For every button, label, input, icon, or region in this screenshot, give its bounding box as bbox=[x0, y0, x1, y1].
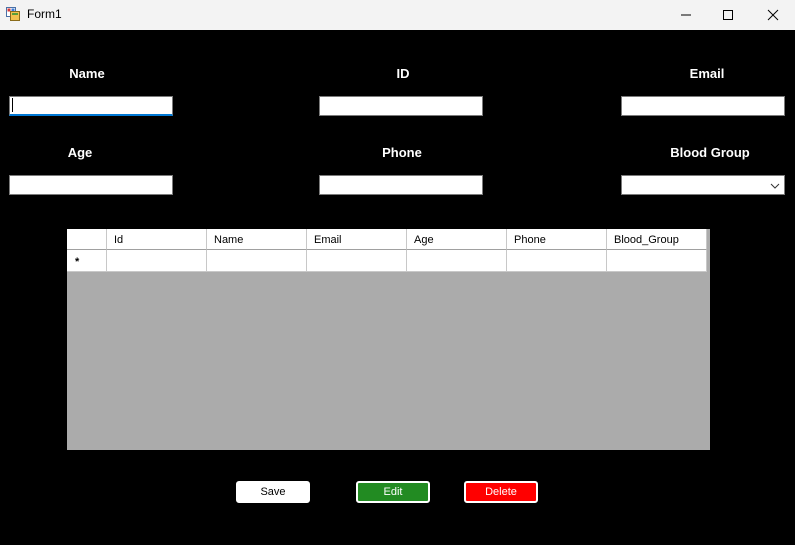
edit-button[interactable]: Edit bbox=[356, 481, 430, 503]
close-button[interactable] bbox=[750, 0, 795, 30]
blood-group-label: Blood Group bbox=[670, 145, 750, 160]
chevron-down-icon[interactable] bbox=[770, 181, 780, 191]
minimize-button[interactable] bbox=[663, 0, 709, 30]
new-row-cell-email[interactable] bbox=[307, 250, 407, 272]
email-field[interactable] bbox=[621, 96, 785, 116]
phone-label: Phone bbox=[382, 145, 422, 160]
column-header-blood-group[interactable]: Blood_Group bbox=[607, 229, 707, 250]
column-header-age[interactable]: Age bbox=[407, 229, 507, 250]
email-label: Email bbox=[689, 66, 725, 81]
maximize-button[interactable] bbox=[705, 0, 751, 30]
blood-group-dropdown[interactable] bbox=[621, 175, 785, 195]
grid-corner-header[interactable] bbox=[67, 229, 107, 250]
new-row-cell-age[interactable] bbox=[407, 250, 507, 272]
phone-field[interactable] bbox=[319, 175, 483, 195]
column-header-email[interactable]: Email bbox=[307, 229, 407, 250]
close-icon bbox=[767, 9, 779, 21]
text-caret bbox=[12, 98, 13, 112]
save-button[interactable]: Save bbox=[236, 481, 310, 503]
window-title: Form1 bbox=[27, 7, 62, 21]
grid-header: Id Name Email Age Phone Blood_Group bbox=[67, 229, 707, 250]
new-row-cell-phone[interactable] bbox=[507, 250, 607, 272]
new-row-cell-blood-group[interactable] bbox=[607, 250, 707, 272]
column-header-id[interactable]: Id bbox=[107, 229, 207, 250]
age-field[interactable] bbox=[9, 175, 173, 195]
name-field[interactable] bbox=[9, 96, 173, 116]
new-row-header[interactable]: * bbox=[67, 250, 107, 272]
delete-button[interactable]: Delete bbox=[464, 481, 538, 503]
app-icon bbox=[6, 7, 20, 21]
column-header-phone[interactable]: Phone bbox=[507, 229, 607, 250]
maximize-icon bbox=[723, 10, 733, 20]
column-header-name[interactable]: Name bbox=[207, 229, 307, 250]
new-row: * bbox=[67, 250, 707, 272]
id-field[interactable] bbox=[319, 96, 483, 116]
minimize-icon bbox=[681, 14, 691, 16]
new-row-marker: * bbox=[75, 256, 80, 268]
data-grid[interactable]: Id Name Email Age Phone Blood_Group * bbox=[67, 229, 710, 450]
name-label: Name bbox=[69, 66, 105, 81]
id-label: ID bbox=[396, 66, 410, 81]
new-row-cell-id[interactable] bbox=[107, 250, 207, 272]
age-label: Age bbox=[67, 145, 93, 160]
new-row-cell-name[interactable] bbox=[207, 250, 307, 272]
title-bar: Form1 bbox=[0, 0, 795, 30]
